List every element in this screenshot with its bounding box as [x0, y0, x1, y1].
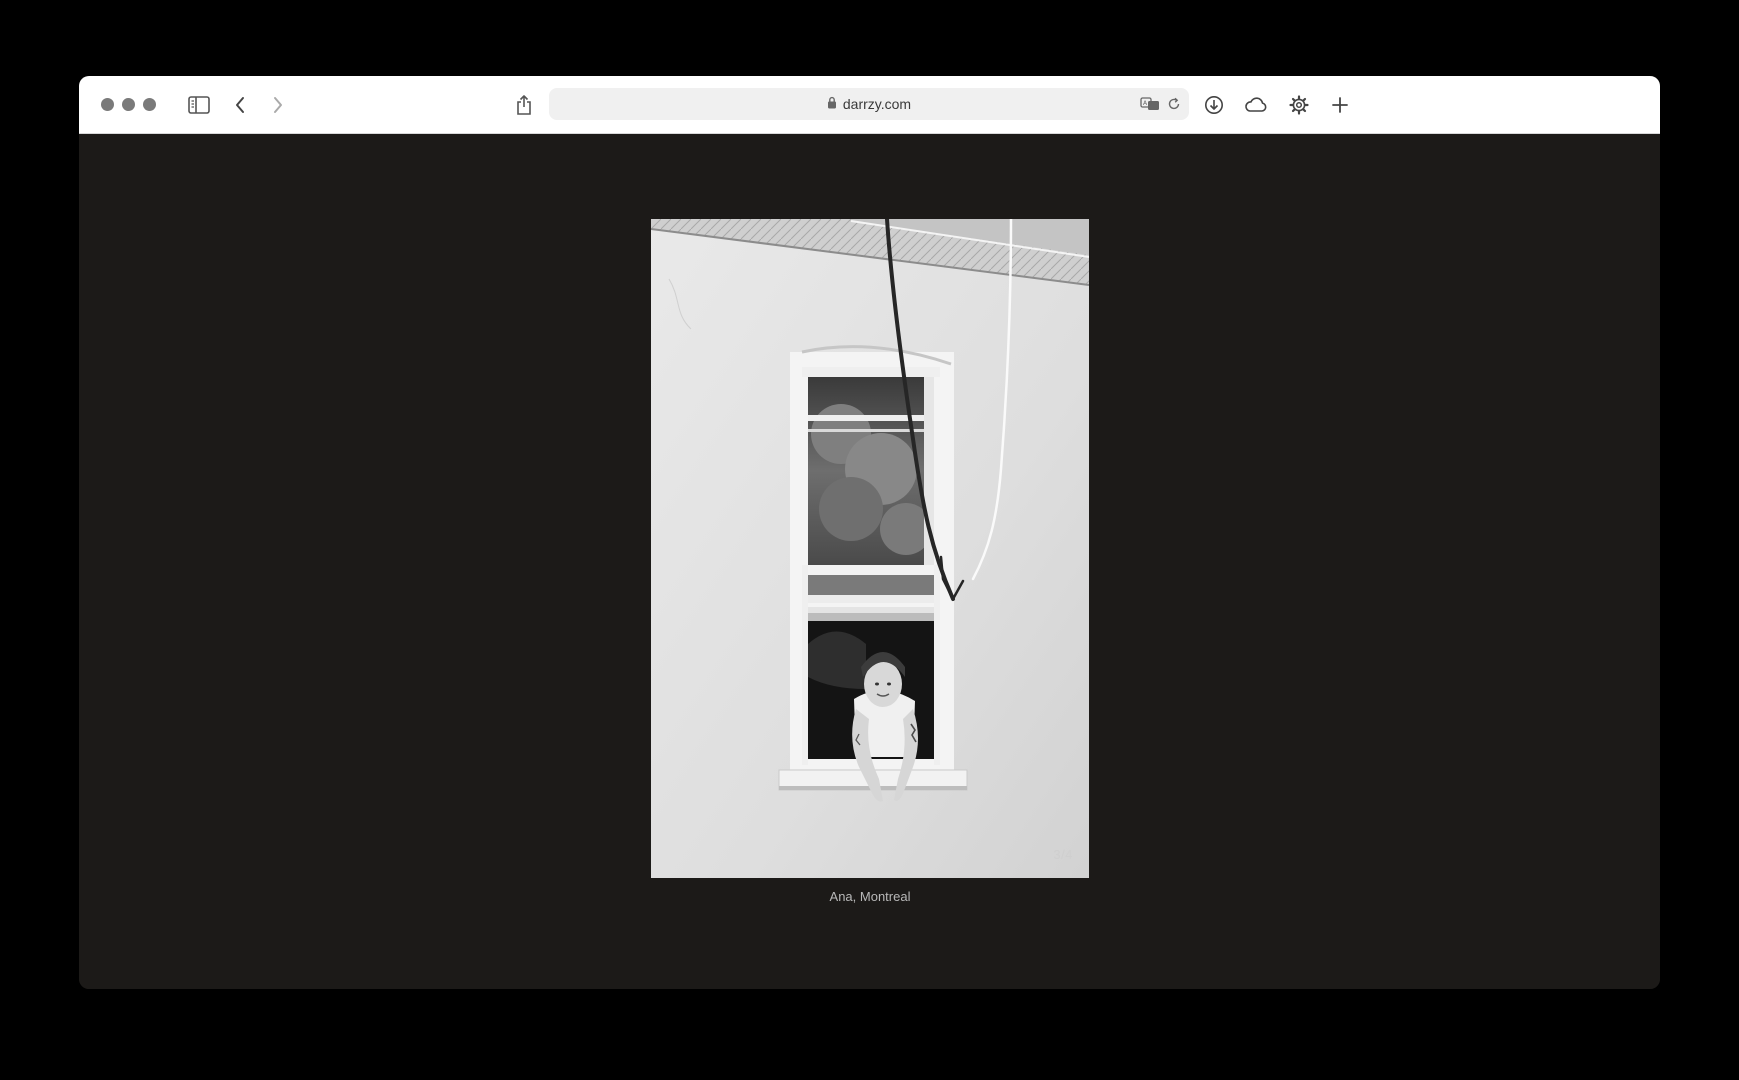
photo-caption: Ana, Montreal [829, 889, 911, 904]
chevron-right-icon[interactable] [264, 91, 292, 119]
gallery-photo[interactable]: 3/4 [651, 219, 1089, 878]
translate-icon[interactable]: A [1140, 95, 1160, 113]
chevron-left-icon[interactable] [226, 91, 254, 119]
browser-window: darrzy.com A 3/4 Ana, Montreal [79, 76, 1660, 989]
photo-window-scene [651, 219, 1089, 878]
plus-icon[interactable] [1326, 91, 1354, 119]
lock-icon [827, 96, 837, 112]
window-close-button[interactable] [101, 98, 114, 111]
gear-icon[interactable] [1285, 91, 1313, 119]
window-minimize-button[interactable] [122, 98, 135, 111]
window-maximize-button[interactable] [143, 98, 156, 111]
svg-text:A: A [1143, 100, 1148, 107]
share-icon[interactable] [510, 91, 538, 119]
address-bar[interactable]: darrzy.com A [549, 88, 1189, 120]
address-url: darrzy.com [842, 96, 912, 112]
browser-toolbar: darrzy.com A [79, 76, 1660, 134]
cloud-icon[interactable] [1242, 91, 1270, 119]
reload-icon[interactable] [1164, 95, 1184, 113]
gallery-counter: 3/4 [1053, 847, 1073, 862]
download-icon[interactable] [1200, 91, 1228, 119]
page-content: 3/4 Ana, Montreal [79, 134, 1660, 989]
sidebar-icon[interactable] [185, 91, 213, 119]
